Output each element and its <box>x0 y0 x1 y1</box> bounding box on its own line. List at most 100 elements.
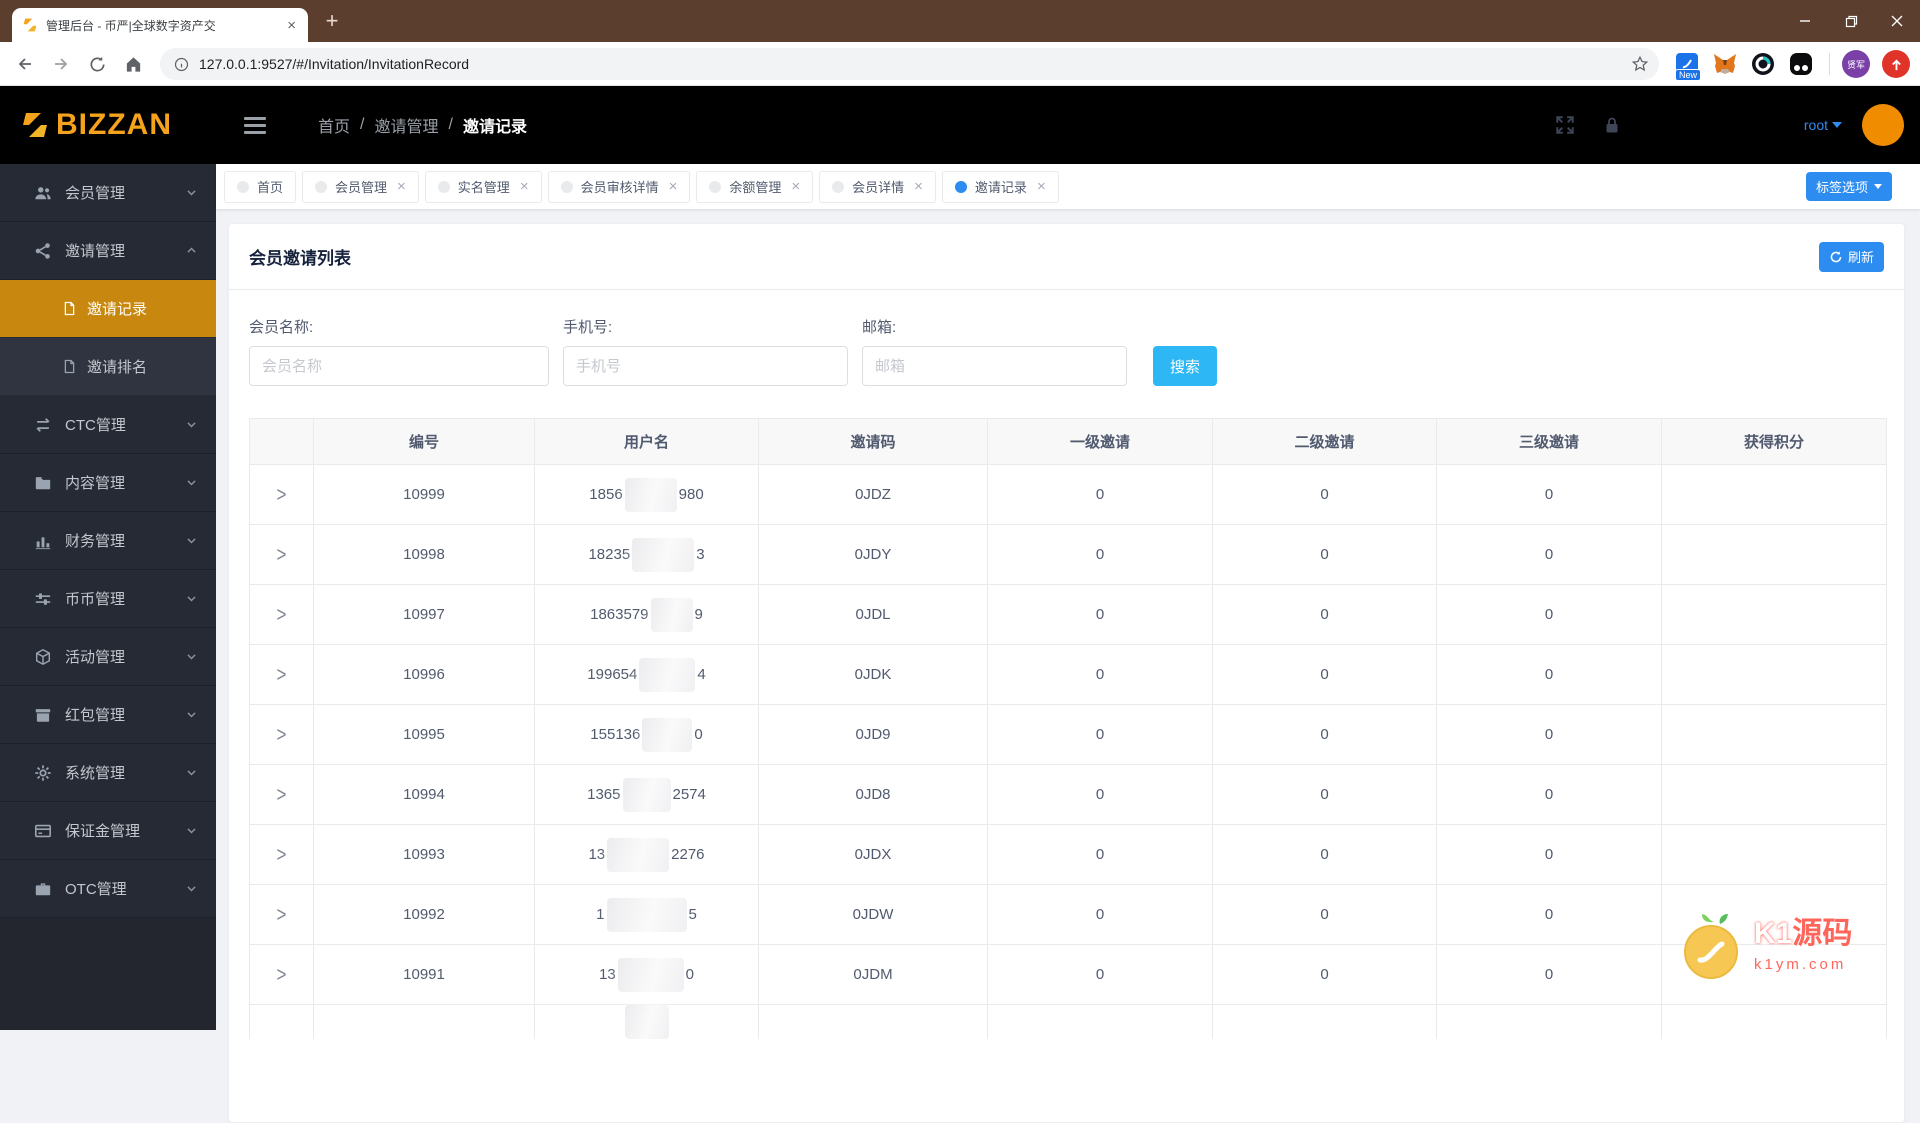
cell-invite-code: 0JD8 <box>758 764 988 825</box>
search-button[interactable]: 搜索 <box>1153 346 1217 386</box>
sidebar-item[interactable]: 活动管理 <box>0 628 216 686</box>
column-header <box>249 418 314 465</box>
update-arrow-icon[interactable] <box>1882 50 1910 78</box>
sidebar-item[interactable]: 系统管理 <box>0 744 216 802</box>
bookmark-star-icon[interactable] <box>1631 55 1649 73</box>
tab-close-icon[interactable]: × <box>1037 178 1046 195</box>
sidebar-item[interactable]: 红包管理 <box>0 686 216 744</box>
tab-close-icon[interactable]: × <box>520 178 529 195</box>
view-tab-label: 会员详情 <box>852 180 905 195</box>
extension-new-icon[interactable]: New <box>1673 50 1702 81</box>
expand-row-button[interactable]: > <box>277 662 287 687</box>
tab-close-icon[interactable]: × <box>283 16 300 35</box>
expand-row-button[interactable]: > <box>277 722 287 747</box>
sidebar-item-label: 会员管理 <box>65 185 126 202</box>
breadcrumb-item[interactable]: 首页 <box>318 113 350 137</box>
bizzan-logo-icon <box>23 113 47 137</box>
cell-level1: 0 <box>987 464 1213 525</box>
browser-profile-badge[interactable]: 贤军 <box>1842 50 1870 78</box>
restore-button[interactable] <box>1828 0 1874 42</box>
sidebar-item[interactable]: OTC管理 <box>0 860 216 918</box>
home-button[interactable] <box>118 49 148 79</box>
search-input[interactable] <box>563 346 848 386</box>
tag-options-button[interactable]: 标签选项 <box>1805 172 1892 201</box>
file-icon <box>62 301 77 316</box>
reload-button[interactable] <box>82 49 112 79</box>
browser-tab[interactable]: 管理后台 - 币严|全球数字资产交 × <box>12 8 308 42</box>
tab-dot-icon <box>237 180 249 193</box>
breadcrumb-item: 邀请记录 <box>462 119 527 136</box>
refresh-button[interactable]: 刷新 <box>1818 241 1884 272</box>
users-icon <box>34 184 52 202</box>
tab-close-icon[interactable]: × <box>791 178 800 195</box>
cell-level3 <box>1436 1004 1662 1039</box>
view-tab[interactable]: 首页 <box>224 170 297 203</box>
cell-username: 1365 2574 <box>534 764 759 825</box>
blurred-text <box>632 537 695 572</box>
chevron-down-icon <box>185 650 198 663</box>
column-header: 邀请码 <box>758 418 988 465</box>
cell-points <box>1661 584 1887 645</box>
expand-row-button[interactable]: > <box>277 782 287 807</box>
forward-button[interactable] <box>46 49 76 79</box>
window-controls <box>1782 0 1920 42</box>
metamask-extension-icon[interactable] <box>1711 50 1739 78</box>
sidebar-item[interactable]: CTC管理 <box>0 396 216 454</box>
expand-row-button[interactable]: > <box>277 602 287 627</box>
expand-row-button[interactable]: > <box>277 902 287 927</box>
invite-table-body: >10999 1856 980 0JDZ 0 0 0 >10998 18235 3 0JDY 0 0 0 >… <box>249 464 1887 1039</box>
fullscreen-icon[interactable] <box>1554 114 1576 136</box>
cell-invite-code: 0JDM <box>758 944 988 1005</box>
cell-invite-code: 0JDX <box>758 824 988 885</box>
cell-id: 10993 <box>313 824 535 885</box>
blurred-text <box>622 777 671 812</box>
expand-row-button[interactable]: > <box>277 962 287 987</box>
page-title: 会员邀请列表 <box>249 249 351 268</box>
sidebar-item[interactable]: 内容管理 <box>0 454 216 512</box>
tab-close-icon[interactable]: × <box>397 178 406 195</box>
view-tab[interactable]: 会员审核详情 × <box>547 170 691 203</box>
url-bar[interactable]: 127.0.0.1:9527/#/Invitation/InvitationRe… <box>160 48 1659 80</box>
sidebar-item[interactable]: 会员管理 <box>0 164 216 222</box>
bizzan-logo[interactable]: BIZZAN <box>0 108 216 142</box>
tab-close-icon[interactable]: × <box>669 178 678 195</box>
tab-close-icon[interactable]: × <box>914 178 923 195</box>
watermark-logo-icon <box>1684 914 1738 979</box>
url-text[interactable]: 127.0.0.1:9527/#/Invitation/InvitationRe… <box>199 56 1621 72</box>
sidebar-subitem[interactable]: 邀请排名 <box>0 338 216 396</box>
sidebar-item[interactable]: 保证金管理 <box>0 802 216 860</box>
sidebar-item[interactable]: 币币管理 <box>0 570 216 628</box>
swap-icon <box>34 416 52 434</box>
expand-row-button[interactable]: > <box>277 482 287 507</box>
minimize-button[interactable] <box>1782 0 1828 42</box>
breadcrumb-item[interactable]: 邀请管理 <box>374 113 438 137</box>
view-tab[interactable]: 邀请记录 × <box>941 170 1059 203</box>
wallet-extension-icon[interactable] <box>1787 50 1815 78</box>
blurred-text <box>650 597 693 632</box>
sidebar-subitem-label: 邀请记录 <box>87 301 148 318</box>
cell-invite-code: 0JDK <box>758 644 988 705</box>
lock-icon[interactable] <box>1602 115 1622 135</box>
avatar[interactable] <box>1862 104 1904 146</box>
view-tab-label: 会员审核详情 <box>580 180 659 195</box>
view-tab[interactable]: 会员详情 × <box>819 170 936 203</box>
user-menu[interactable]: root <box>1804 117 1842 133</box>
view-tab[interactable]: 实名管理 × <box>424 170 542 203</box>
new-tab-button[interactable]: + <box>318 8 346 36</box>
sidebar-item[interactable]: 邀请管理 <box>0 222 216 280</box>
view-tab[interactable]: 余额管理 × <box>696 170 814 203</box>
site-info-icon[interactable] <box>174 57 189 72</box>
close-button[interactable] <box>1874 0 1920 42</box>
blurred-text <box>617 957 684 992</box>
search-input[interactable] <box>249 346 549 386</box>
sidebar-item[interactable]: 财务管理 <box>0 512 216 570</box>
back-button[interactable] <box>10 49 40 79</box>
search-input[interactable] <box>862 346 1127 386</box>
menu-toggle-button[interactable] <box>244 116 266 134</box>
expand-row-button[interactable]: > <box>277 542 287 567</box>
expand-row-button[interactable]: > <box>277 842 287 867</box>
view-tab[interactable]: 会员管理 × <box>302 170 419 203</box>
sidebar-subitem[interactable]: 邀请记录 <box>0 280 216 338</box>
ring-extension-icon[interactable] <box>1749 50 1777 78</box>
cell-level1: 0 <box>987 764 1213 825</box>
